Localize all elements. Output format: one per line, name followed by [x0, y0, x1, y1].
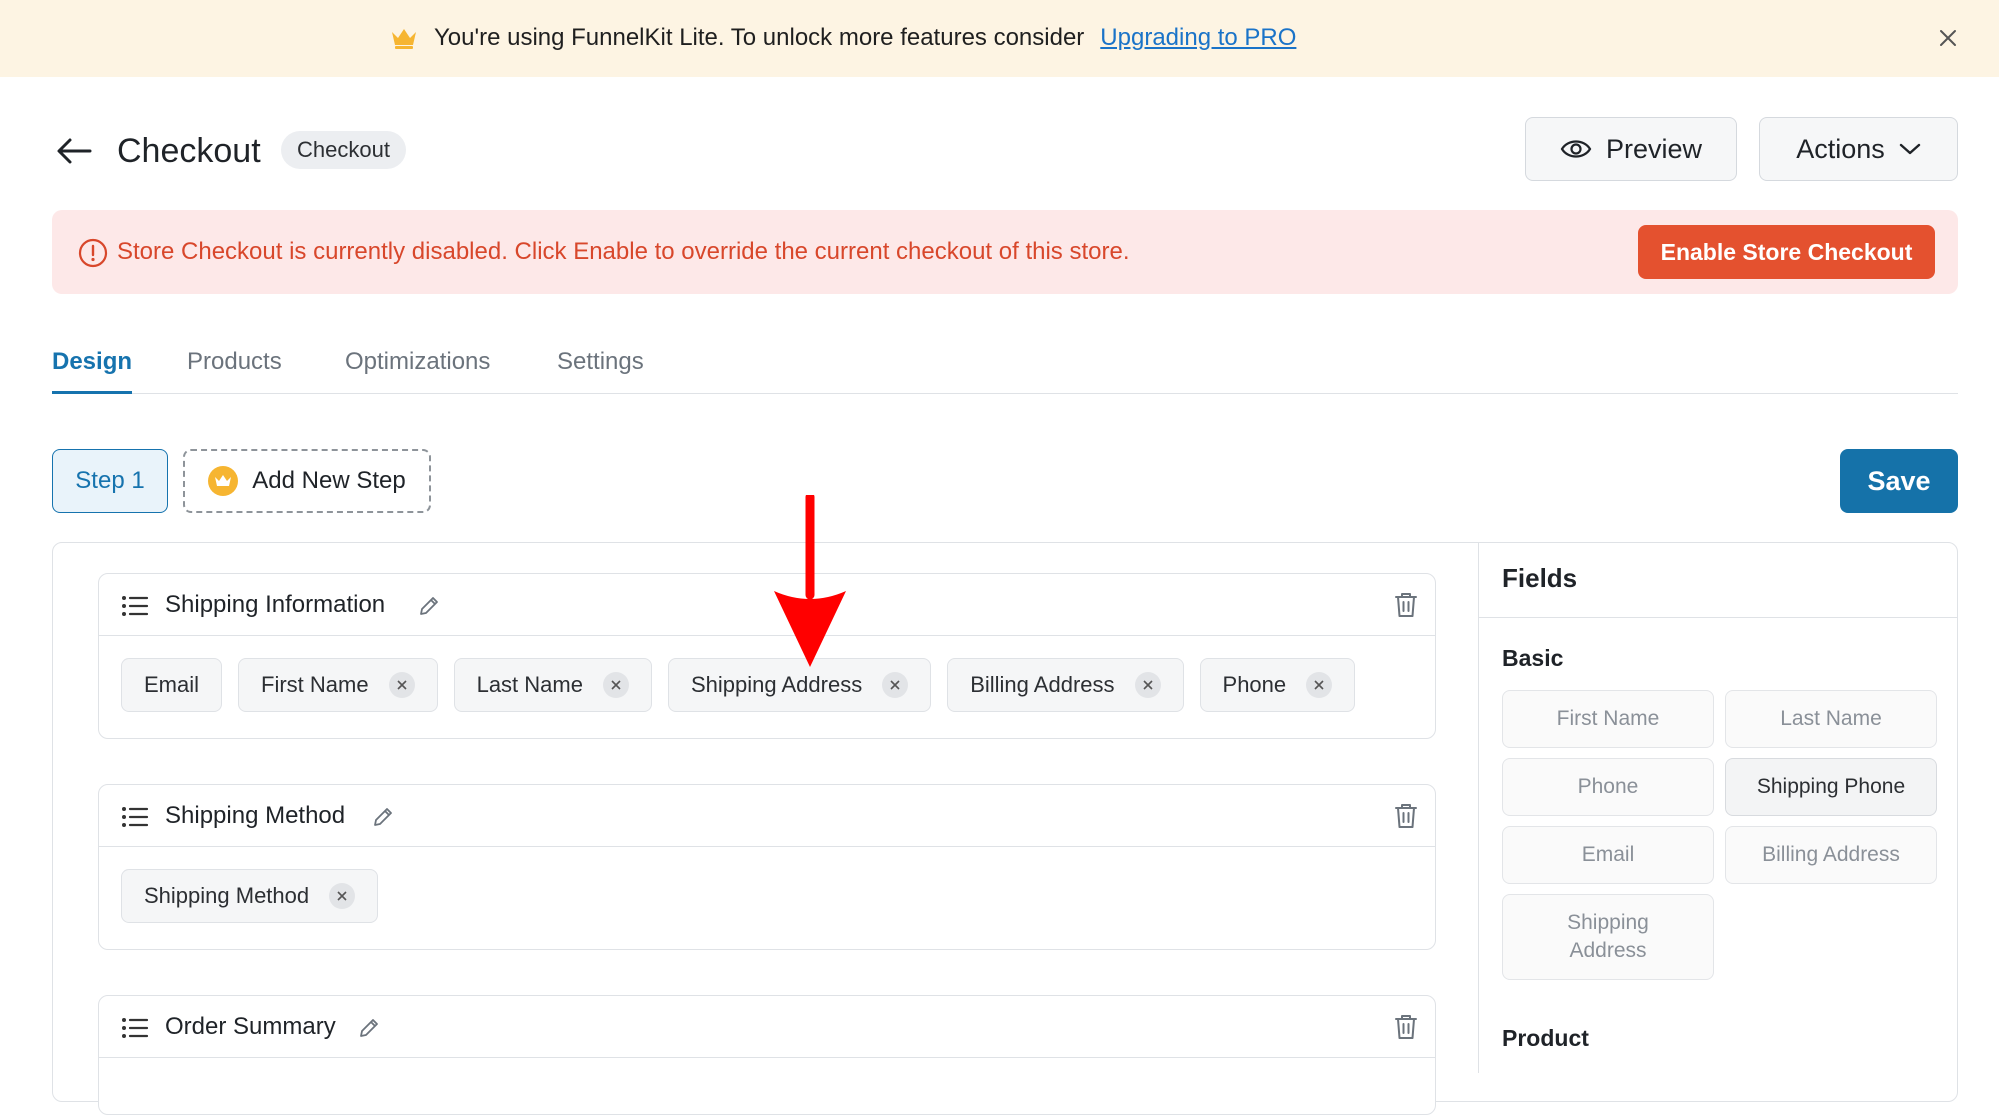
- pencil-icon[interactable]: [417, 594, 441, 618]
- remove-icon[interactable]: [882, 672, 909, 698]
- fields-title: Fields: [1502, 563, 1578, 593]
- field-chip-billing-address[interactable]: Billing Address: [947, 658, 1184, 712]
- field-option-shipping-address[interactable]: Shipping Address: [1502, 894, 1714, 980]
- section-header: Order Summary: [99, 996, 1435, 1058]
- section-shipping-method: Shipping Method Shipping Method: [98, 784, 1436, 950]
- section-title: Shipping Information: [165, 591, 386, 618]
- crown-icon: [390, 26, 418, 50]
- close-icon[interactable]: [1930, 20, 1966, 56]
- alert-message: Store Checkout is currently disabled. Cl…: [117, 238, 1130, 265]
- chip-label: Last Name: [476, 672, 583, 697]
- field-option-phone[interactable]: Phone: [1502, 758, 1714, 816]
- section-header: Shipping Method: [99, 785, 1435, 847]
- chip-label: Phone: [1222, 672, 1287, 697]
- tab-optimizations[interactable]: Optimizations: [345, 348, 490, 394]
- basic-group-title: Basic: [1502, 645, 1564, 671]
- field-chip-last-name[interactable]: Last Name: [453, 658, 652, 712]
- chip-label: First Name: [261, 672, 369, 697]
- product-group-title: Product: [1502, 1025, 1589, 1051]
- pro-crown-icon: [208, 466, 239, 496]
- trash-icon[interactable]: [1393, 1013, 1419, 1041]
- field-chip-list: Shipping Method: [121, 869, 379, 923]
- pencil-icon[interactable]: [371, 805, 395, 829]
- field-chip-list: Email First Name Last Name Shipping Addr…: [121, 658, 1356, 712]
- field-option-billing-address[interactable]: Billing Address: [1725, 826, 1937, 884]
- field-option-first-name[interactable]: First Name: [1502, 690, 1714, 748]
- store-checkout-alert: Store Checkout is currently disabled. Cl…: [52, 210, 1958, 294]
- upgrade-link[interactable]: Upgrading to PRO: [1100, 24, 1296, 52]
- actions-label: Actions: [1796, 133, 1885, 164]
- remove-icon[interactable]: [388, 672, 415, 698]
- eye-icon: [1560, 138, 1592, 160]
- field-option-shipping-phone[interactable]: Shipping Phone: [1725, 758, 1937, 816]
- tab-bar: Design Products Optimizations Settings: [52, 340, 1958, 394]
- section-shipping-information: Shipping Information Email First Name La…: [98, 573, 1436, 739]
- add-new-step-button[interactable]: Add New Step: [183, 449, 431, 513]
- field-option-last-name[interactable]: Last Name: [1725, 690, 1937, 748]
- trash-icon[interactable]: [1393, 591, 1419, 619]
- add-new-step-label: Add New Step: [252, 467, 406, 494]
- annotation-arrow-icon: [770, 495, 850, 670]
- info-icon: [78, 238, 108, 268]
- preview-button[interactable]: Preview: [1525, 117, 1737, 181]
- remove-icon[interactable]: [1306, 672, 1333, 698]
- fields-divider: [1479, 617, 1957, 618]
- field-chip-first-name[interactable]: First Name: [238, 658, 438, 712]
- tab-products[interactable]: Products: [187, 348, 282, 394]
- tab-settings[interactable]: Settings: [557, 348, 644, 394]
- fields-panel: Fields Basic First Name Last Name Phone …: [1478, 543, 1957, 1073]
- promo-banner: You're using FunnelKit Lite. To unlock m…: [0, 0, 1999, 77]
- promo-content: You're using FunnelKit Lite. To unlock m…: [390, 18, 1296, 58]
- remove-icon[interactable]: [1134, 672, 1161, 698]
- pencil-icon[interactable]: [357, 1016, 381, 1040]
- chip-label: Shipping Address: [690, 672, 863, 697]
- field-chip-email[interactable]: Email: [121, 658, 223, 712]
- tab-design[interactable]: Design: [52, 348, 133, 394]
- promo-text: You're using FunnelKit Lite. To unlock m…: [434, 24, 1085, 51]
- drag-handle-icon[interactable]: [121, 1017, 149, 1039]
- chip-label: Email: [144, 672, 200, 697]
- page-type-badge: Checkout: [281, 131, 406, 169]
- page-title: Checkout: [117, 132, 261, 170]
- field-chip-shipping-method[interactable]: Shipping Method: [121, 869, 379, 923]
- chip-label: Billing Address: [970, 672, 1115, 697]
- step-1-button[interactable]: Step 1: [52, 449, 168, 513]
- drag-handle-icon[interactable]: [121, 595, 149, 617]
- chip-label: Shipping Method: [144, 883, 310, 908]
- field-option-email[interactable]: Email: [1502, 826, 1714, 884]
- remove-icon[interactable]: [329, 883, 356, 909]
- remove-icon[interactable]: [602, 672, 629, 698]
- back-arrow-icon[interactable]: [50, 128, 98, 174]
- trash-icon[interactable]: [1393, 802, 1419, 830]
- chevron-down-icon: [1899, 142, 1921, 156]
- field-chip-phone[interactable]: Phone: [1199, 658, 1356, 712]
- section-header: Shipping Information: [99, 574, 1435, 636]
- preview-label: Preview: [1605, 133, 1703, 164]
- section-title: Shipping Method: [165, 802, 346, 829]
- section-title: Order Summary: [165, 1013, 336, 1040]
- section-order-summary: Order Summary: [98, 995, 1436, 1115]
- enable-store-checkout-button[interactable]: Enable Store Checkout: [1638, 225, 1935, 279]
- save-button[interactable]: Save: [1840, 449, 1958, 513]
- actions-dropdown[interactable]: Actions: [1759, 117, 1958, 181]
- drag-handle-icon[interactable]: [121, 806, 149, 828]
